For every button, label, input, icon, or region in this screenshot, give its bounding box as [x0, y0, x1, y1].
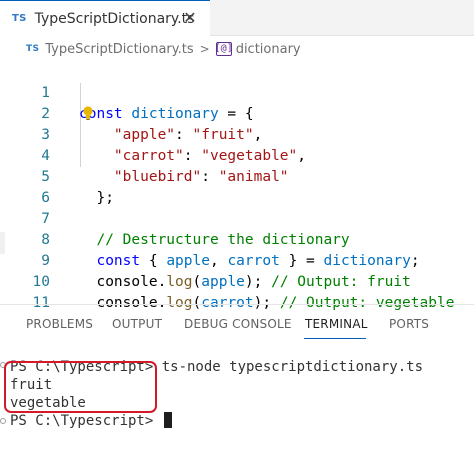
tab-output[interactable]: OUTPUT: [112, 317, 162, 331]
output-highlight-box: [4, 361, 157, 413]
tab-ports[interactable]: PORTS: [389, 317, 429, 331]
close-icon[interactable]: ✕: [182, 10, 198, 26]
typescript-file-icon: TS: [26, 44, 40, 54]
terminal-cursor: [163, 412, 172, 428]
tab-terminal[interactable]: TERMINAL: [305, 317, 368, 331]
breadcrumb-file[interactable]: TypeScriptDictionary.ts: [45, 42, 193, 57]
code-line: 8 const { apple, carrot } = dictionary;: [0, 209, 474, 269]
terminal-output[interactable]: PS C:\Typescript> ts-node typescriptdict…: [0, 350, 474, 449]
gutter-marker: [0, 232, 5, 254]
tab-debug-console[interactable]: DEBUG CONSOLE: [184, 317, 292, 331]
code-line: 6: [0, 167, 474, 206]
terminal-prompt: PS C:\Typescript>: [10, 413, 162, 429]
code-line: 11: [0, 272, 474, 311]
code-editor[interactable]: 1 const dictionary = { 2 "apple": "fruit…: [0, 62, 474, 311]
code-line: 4 "bluebird": "animal": [0, 125, 474, 185]
code-line: 10 console.log(carrot); // Output: veget…: [0, 251, 474, 311]
code-line: 9 console.log(apple); // Output: fruit: [0, 230, 474, 290]
editor-tab-bar: TS TypeScriptDictionary.ts ✕: [0, 0, 474, 36]
tab-problems[interactable]: PROBLEMS: [26, 317, 93, 331]
panel-tabs: PROBLEMS OUTPUT DEBUG CONSOLE TERMINAL P…: [0, 305, 474, 343]
tab-title: TypeScriptDictionary.ts: [34, 10, 195, 27]
command-decoration-icon: [0, 418, 6, 424]
breadcrumb: TS TypeScriptDictionary.ts > [@] diction…: [0, 36, 474, 62]
typescript-file-icon: TS: [12, 13, 27, 24]
editor-tab[interactable]: TS TypeScriptDictionary.ts ✕: [0, 0, 210, 36]
chevron-right-icon: >: [199, 42, 210, 56]
terminal-prompt-line[interactable]: PS C:\Typescript>: [10, 412, 172, 431]
active-tab-indicator: [304, 338, 366, 339]
code-line: 7 // Destructure the dictionary: [0, 188, 474, 248]
code-line: 5 };: [0, 146, 474, 206]
code-line: 1 const dictionary = {: [0, 62, 474, 122]
code-line: 3 "carrot": "vegetable",: [0, 104, 474, 164]
lightbulb-icon[interactable]: [82, 105, 94, 121]
symbol-variable-icon: [@]: [214, 42, 233, 56]
breadcrumb-symbol[interactable]: dictionary: [236, 42, 301, 57]
code-line: 2 "apple": "fruit",: [0, 83, 474, 143]
